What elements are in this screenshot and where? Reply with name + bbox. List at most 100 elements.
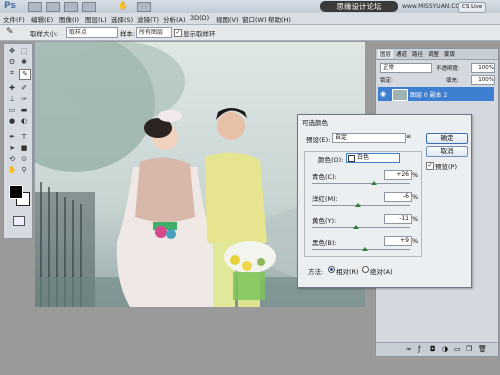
panel-tabs: 图层 通道 路径 调整 蒙版 xyxy=(376,49,498,60)
eraser-tool-icon[interactable]: ▭ xyxy=(7,106,17,115)
tab-layers[interactable]: 图层 xyxy=(378,50,394,58)
link-layers-icon[interactable]: ∞ xyxy=(406,345,412,353)
gradient-tool-icon[interactable]: ▬ xyxy=(19,106,29,115)
tab-paths[interactable]: 路径 xyxy=(412,50,423,58)
magenta-label: 洋红(M): xyxy=(312,195,338,203)
preview-checkbox[interactable]: ✓ xyxy=(426,162,434,170)
menu-filter[interactable]: 滤镜(T) xyxy=(137,14,159,24)
cs-live-button[interactable]: CS Live xyxy=(458,2,487,13)
hand-tool-icon[interactable]: ✋ xyxy=(118,1,128,10)
yellow-label: 黄色(Y): xyxy=(312,217,337,225)
history-brush-icon[interactable]: ✑ xyxy=(19,95,29,104)
menu-window[interactable]: 窗口(W) xyxy=(242,14,267,24)
cyan-unit: % xyxy=(412,171,419,179)
white-swatch-icon xyxy=(348,155,355,162)
tab-adjustments[interactable]: 调整 xyxy=(428,50,439,58)
menu-3d[interactable]: 3D(D) xyxy=(190,14,209,22)
new-group-icon[interactable]: ▭ xyxy=(454,345,461,353)
yellow-slider-track[interactable] xyxy=(312,227,410,228)
quick-mask-icon[interactable] xyxy=(13,216,25,226)
menu-select[interactable]: 选择(S) xyxy=(111,14,133,24)
mini-bridge-icon[interactable] xyxy=(46,2,60,12)
foreground-color-swatch[interactable] xyxy=(9,185,23,199)
adjustment-layer-icon[interactable]: ◑ xyxy=(442,345,448,353)
menu-help[interactable]: 帮助(H) xyxy=(268,14,291,24)
menu-file[interactable]: 文件(F) xyxy=(3,14,25,24)
preview-label: 预览(P) xyxy=(435,163,457,171)
yellow-unit: % xyxy=(412,215,419,223)
sample-size-select[interactable]: 取样点 xyxy=(66,27,118,38)
dodge-tool-icon[interactable]: ◐ xyxy=(19,117,29,126)
fill-input[interactable]: 100% xyxy=(471,75,495,85)
arrange-documents-icon[interactable] xyxy=(137,2,151,12)
quick-select-tool-icon[interactable]: ✱ xyxy=(19,58,29,67)
selective-color-dialog: 可选颜色 预设(E): 自定 ≡ 确定 取消 ✓ 预览(P) 颜色(O): 白色… xyxy=(297,114,472,288)
path-select-tool-icon[interactable]: ➤ xyxy=(7,144,17,153)
method-relative-radio[interactable] xyxy=(328,266,335,273)
method-absolute-radio[interactable] xyxy=(362,266,369,273)
bridge-icon[interactable] xyxy=(28,2,42,12)
brush-tool-icon[interactable]: ✐ xyxy=(19,84,29,93)
black-unit: % xyxy=(412,237,419,245)
layer-thumbnail xyxy=(392,89,408,101)
layer-row-selected[interactable]: ◉ 图层 0 副本 2 xyxy=(378,87,494,101)
add-mask-icon[interactable]: ◘ xyxy=(430,345,436,353)
move-tool-icon[interactable]: ✥ xyxy=(7,47,17,56)
yellow-input[interactable]: -11 xyxy=(384,214,412,224)
menu-analysis[interactable]: 分析(A) xyxy=(163,14,186,24)
method-label: 方法: xyxy=(308,268,324,276)
shape-tool-icon[interactable]: ■ xyxy=(19,144,29,153)
tab-masks[interactable]: 蒙版 xyxy=(444,50,455,58)
pen-tool-icon[interactable]: ✒ xyxy=(7,133,17,142)
fill-label: 填充: xyxy=(446,78,459,84)
menu-image[interactable]: 图像(I) xyxy=(59,14,79,24)
clone-stamp-icon[interactable]: ⊥ xyxy=(7,95,17,104)
tab-channels[interactable]: 通道 xyxy=(396,50,407,58)
lock-label: 锁定: xyxy=(380,78,393,84)
sample-label: 样本: xyxy=(120,30,136,38)
black-slider-track[interactable] xyxy=(312,249,410,250)
cyan-slider-track[interactable] xyxy=(312,183,410,184)
hand-tool-icon[interactable]: ✋ xyxy=(7,166,17,175)
ok-button[interactable]: 确定 xyxy=(426,133,468,144)
3d-orbit-tool-icon[interactable]: ⊙ xyxy=(19,155,29,164)
cyan-input[interactable]: +26 xyxy=(384,170,412,180)
crop-tool-icon[interactable]: ⌗ xyxy=(7,69,17,78)
show-ring-label: 显示取样环 xyxy=(183,30,216,38)
preset-options-icon[interactable]: ≡ xyxy=(406,133,411,140)
black-input[interactable]: +9 xyxy=(384,236,412,246)
zoom-level-icon[interactable] xyxy=(82,2,96,12)
watermark-text: 思缘设计论坛 xyxy=(320,1,398,12)
eyedropper-tool-icon[interactable]: ✎ xyxy=(19,69,31,80)
marquee-tool-icon[interactable]: ⬚ xyxy=(19,47,29,56)
opacity-input[interactable]: 100% xyxy=(471,63,495,73)
view-extras-icon[interactable] xyxy=(64,2,78,12)
zoom-tool-icon[interactable]: ⚲ xyxy=(19,166,29,175)
lasso-tool-icon[interactable]: ʘ xyxy=(7,58,17,67)
magenta-unit: % xyxy=(412,193,419,201)
cyan-slider-thumb[interactable] xyxy=(370,181,377,185)
eyedropper-preset-icon[interactable]: ✎ xyxy=(6,27,14,37)
new-layer-icon[interactable]: ❐ xyxy=(466,345,472,353)
layer-style-icon[interactable]: ƒ xyxy=(418,345,420,353)
sample-select[interactable]: 所有图层 xyxy=(136,27,172,38)
type-tool-icon[interactable]: T xyxy=(19,133,29,142)
magenta-slider-thumb[interactable] xyxy=(355,203,362,207)
menu-layer[interactable]: 图层(L) xyxy=(85,14,107,24)
healing-brush-icon[interactable]: ✚ xyxy=(7,84,17,93)
visibility-eye-icon[interactable]: ◉ xyxy=(380,90,386,98)
magenta-input[interactable]: -6 xyxy=(384,192,412,202)
sample-size-label: 取样大小: xyxy=(30,30,59,38)
preset-label: 预设(E): xyxy=(306,136,331,144)
cancel-button[interactable]: 取消 xyxy=(426,146,468,157)
blur-tool-icon[interactable]: ● xyxy=(7,117,17,126)
menu-edit[interactable]: 编辑(E) xyxy=(31,14,53,24)
menu-view[interactable]: 视图(V) xyxy=(216,14,239,24)
delete-layer-icon[interactable]: 🗑 xyxy=(478,345,487,353)
black-slider-thumb[interactable] xyxy=(362,247,369,251)
show-ring-checkbox[interactable]: ✓ xyxy=(174,29,182,37)
blend-mode-select[interactable]: 正常 xyxy=(380,63,432,73)
yellow-slider-thumb[interactable] xyxy=(352,225,359,229)
3d-rotate-tool-icon[interactable]: ⟲ xyxy=(7,155,17,164)
preset-select[interactable]: 自定 xyxy=(332,133,406,143)
